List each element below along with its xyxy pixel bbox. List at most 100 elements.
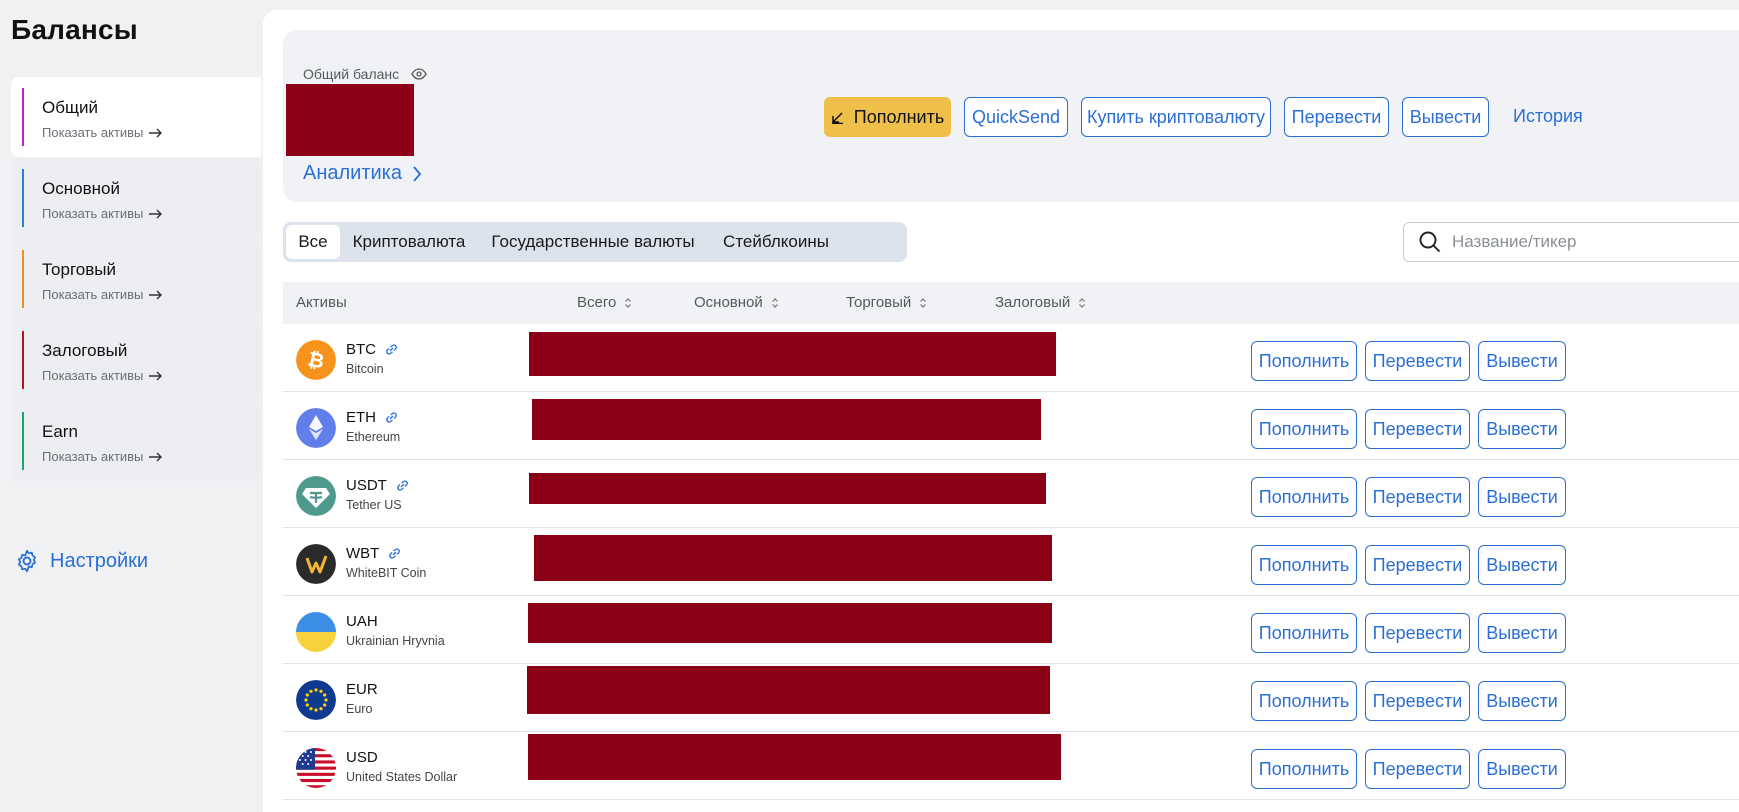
- row-deposit-button[interactable]: Пополнить: [1251, 545, 1357, 585]
- quicksend-button[interactable]: QuickSend: [964, 97, 1068, 137]
- balance-redaction: [528, 603, 1052, 643]
- column-trading-label: Торговый: [846, 294, 912, 311]
- table-row: ETH Ethereum Пополнить Перевести Вывести: [283, 392, 1739, 460]
- sidebar-item-trading[interactable]: Торговый Показать активы: [11, 239, 261, 319]
- row-deposit-button[interactable]: Пополнить: [1251, 749, 1357, 789]
- column-main-label: Основной: [694, 294, 763, 311]
- search-box[interactable]: [1403, 222, 1739, 262]
- row-deposit-button[interactable]: Пополнить: [1251, 341, 1357, 381]
- row-transfer-button[interactable]: Перевести: [1365, 613, 1470, 653]
- gear-icon: [18, 549, 36, 573]
- show-assets-link[interactable]: Показать активы: [42, 287, 163, 302]
- settings-link[interactable]: Настройки: [14, 548, 148, 574]
- ticker-label: UAH: [346, 613, 378, 630]
- sort-icon: [771, 297, 778, 308]
- row-transfer-button[interactable]: Перевести: [1365, 477, 1470, 517]
- ticker-label: WBT: [346, 545, 380, 562]
- ticker-label: USDT: [346, 477, 387, 494]
- transfer-button[interactable]: Перевести: [1284, 97, 1389, 137]
- sidebar-item-general[interactable]: Общий Показать активы: [11, 77, 261, 157]
- arrow-right-icon: [149, 290, 163, 299]
- table-row: WBT WhiteBIT Coin Пополнить Перевести Вы…: [283, 528, 1739, 596]
- balance-card: Общий баланс Аналитика Пополнить QuickSe…: [283, 30, 1739, 202]
- sidebar-item-label: Основной: [42, 179, 120, 198]
- table-row: EUR Euro Пополнить Перевести Вывести: [283, 664, 1739, 732]
- tab-stablecoins[interactable]: Стейблкоины: [711, 225, 841, 259]
- sidebar-item-collateral[interactable]: Залоговый Показать активы: [11, 320, 261, 400]
- column-assets: Активы: [296, 294, 347, 311]
- link-icon[interactable]: [384, 342, 399, 357]
- row-withdraw-button[interactable]: Вывести: [1478, 545, 1566, 585]
- accent-bar: [22, 250, 24, 308]
- column-collateral-label: Залоговый: [995, 294, 1071, 311]
- withdraw-button[interactable]: Вывести: [1402, 97, 1489, 137]
- asset-name: Ethereum: [346, 430, 401, 444]
- row-transfer-button[interactable]: Перевести: [1365, 749, 1470, 789]
- asset-ticker: USD: [346, 749, 378, 766]
- asset-name: Tether US: [346, 498, 402, 512]
- asset-ticker: UAH: [346, 613, 378, 630]
- asset-ticker: ETH: [346, 409, 399, 426]
- accent-bar: [22, 169, 24, 227]
- row-transfer-button[interactable]: Перевести: [1365, 545, 1470, 585]
- row-transfer-button[interactable]: Перевести: [1365, 409, 1470, 449]
- deposit-button[interactable]: Пополнить: [824, 97, 951, 137]
- column-trading[interactable]: Торговый: [846, 294, 927, 311]
- row-withdraw-button[interactable]: Вывести: [1478, 477, 1566, 517]
- page-title: Балансы: [11, 14, 138, 45]
- link-icon[interactable]: [384, 410, 399, 425]
- deposit-arrow-icon: [831, 111, 843, 124]
- show-assets-link[interactable]: Показать активы: [42, 206, 163, 221]
- eye-icon[interactable]: [411, 68, 427, 80]
- asset-name: Euro: [346, 702, 373, 716]
- us-flag-icon: [296, 748, 336, 788]
- chevron-right-icon: [413, 165, 422, 182]
- sort-icon: [920, 297, 927, 308]
- link-icon[interactable]: [387, 546, 402, 561]
- accent-bar: [22, 331, 24, 389]
- sidebar-item-earn[interactable]: Earn Показать активы: [11, 401, 261, 481]
- show-assets-link[interactable]: Показать активы: [42, 449, 163, 464]
- asset-filter-tabs: Все Криптовалюта Государственные валюты …: [283, 222, 907, 262]
- row-withdraw-button[interactable]: Вывести: [1478, 341, 1566, 381]
- row-withdraw-button[interactable]: Вывести: [1478, 681, 1566, 721]
- analytics-link[interactable]: Аналитика: [303, 162, 422, 185]
- search-input[interactable]: [1452, 232, 1712, 252]
- arrow-right-icon: [149, 209, 163, 218]
- tab-fiat[interactable]: Государственные валюты: [479, 225, 707, 259]
- balance-redaction: [528, 734, 1061, 780]
- buy-crypto-button[interactable]: Купить криптовалюту: [1081, 97, 1271, 137]
- row-deposit-button[interactable]: Пополнить: [1251, 613, 1357, 653]
- show-assets-link[interactable]: Показать активы: [42, 125, 163, 140]
- show-assets-link[interactable]: Показать активы: [42, 368, 163, 383]
- accent-bar: [22, 412, 24, 470]
- ukraine-flag-icon: [296, 612, 336, 652]
- row-deposit-button[interactable]: Пополнить: [1251, 409, 1357, 449]
- sidebar-item-label: Залоговый: [42, 341, 128, 360]
- row-deposit-button[interactable]: Пополнить: [1251, 477, 1357, 517]
- row-withdraw-button[interactable]: Вывести: [1478, 613, 1566, 653]
- tab-all[interactable]: Все: [286, 225, 340, 259]
- row-transfer-button[interactable]: Перевести: [1365, 341, 1470, 381]
- asset-ticker: EUR: [346, 681, 378, 698]
- tab-crypto[interactable]: Криптовалюта: [343, 225, 475, 259]
- row-withdraw-button[interactable]: Вывести: [1478, 749, 1566, 789]
- row-withdraw-button[interactable]: Вывести: [1478, 409, 1566, 449]
- row-transfer-button[interactable]: Перевести: [1365, 681, 1470, 721]
- column-total[interactable]: Всего: [577, 294, 632, 311]
- asset-ticker: WBT: [346, 545, 402, 562]
- ticker-label: ETH: [346, 409, 376, 426]
- balance-redaction: [529, 332, 1056, 376]
- link-icon[interactable]: [395, 478, 410, 493]
- bitcoin-icon: ₿: [296, 340, 336, 380]
- asset-ticker: USDT: [346, 477, 410, 494]
- sidebar-item-label: Общий: [42, 98, 98, 117]
- eu-flag-icon: [296, 680, 336, 720]
- sort-icon: [1079, 297, 1086, 308]
- column-main[interactable]: Основной: [694, 294, 779, 311]
- column-collateral[interactable]: Залоговый: [995, 294, 1086, 311]
- table-row: UAH Ukrainian Hryvnia Пополнить Перевест…: [283, 596, 1739, 664]
- history-link[interactable]: История: [1513, 106, 1583, 127]
- sidebar-item-main[interactable]: Основной Показать активы: [11, 158, 261, 238]
- row-deposit-button[interactable]: Пополнить: [1251, 681, 1357, 721]
